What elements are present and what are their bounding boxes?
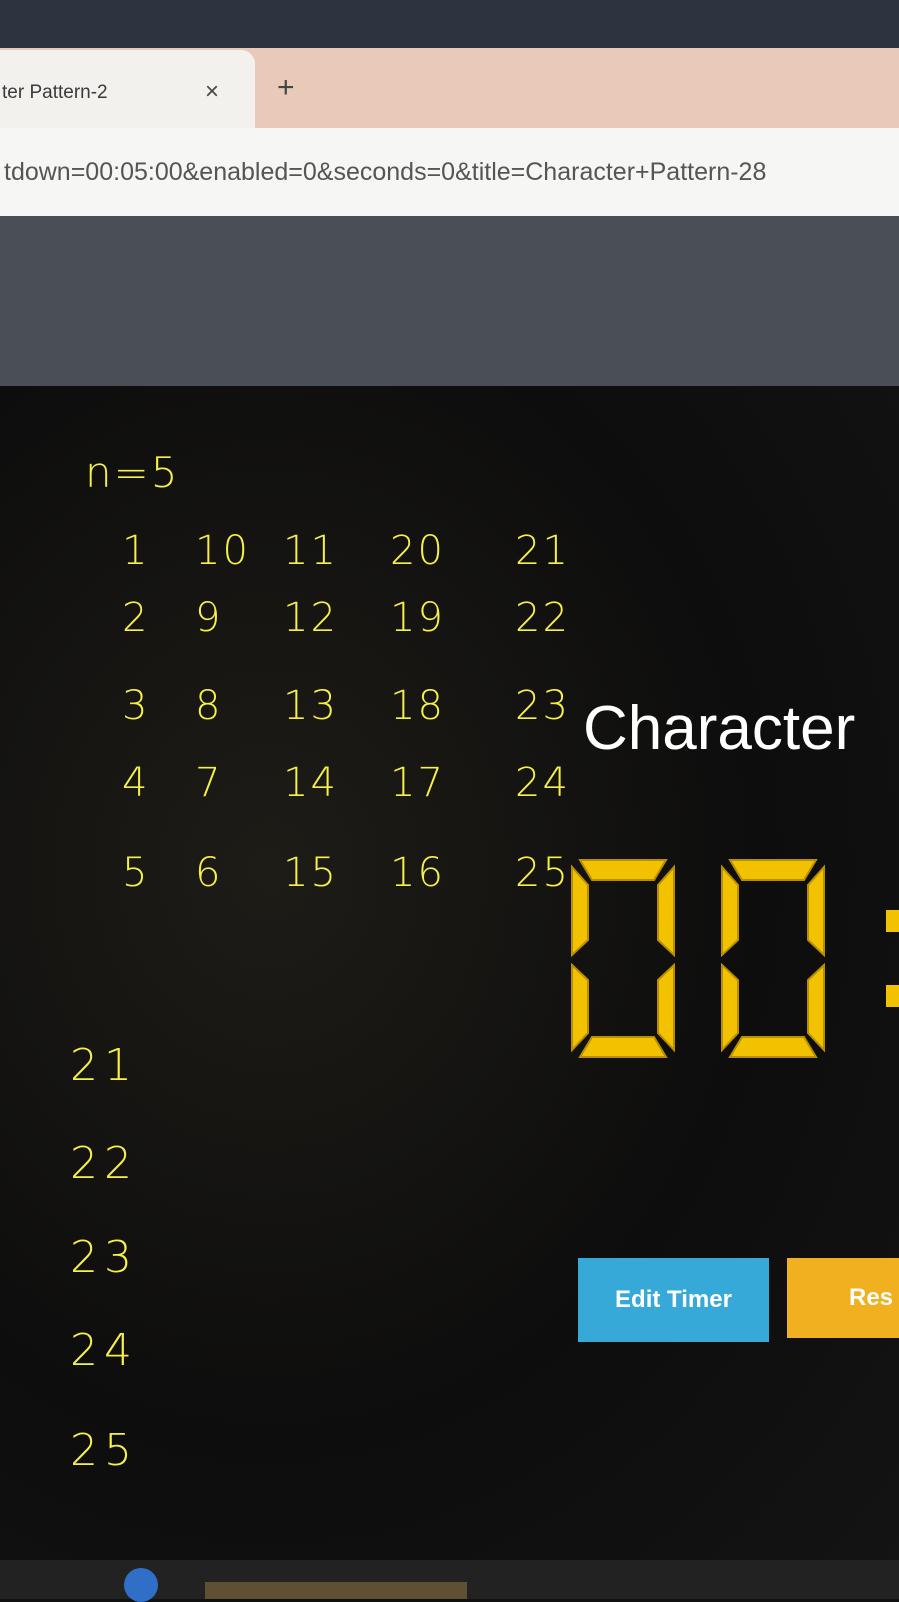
grid-cell: 16 (390, 850, 445, 896)
grid-cell: 21 (515, 528, 570, 574)
address-bar[interactable]: tdown=00:05:00&enabled=0&seconds=0&title… (0, 128, 899, 216)
tab-title: ter Pattern-2 (2, 82, 108, 103)
grid-cell: 15 (283, 850, 338, 896)
grid-cell: 1 (122, 528, 150, 574)
grid-cell: 4 (122, 760, 150, 806)
grid-cell: 6 (195, 850, 223, 896)
grid-cell: 17 (390, 760, 445, 806)
reset-button[interactable]: Res (787, 1258, 899, 1338)
browser-tab[interactable]: ter Pattern-2 × (0, 50, 255, 128)
close-icon[interactable]: × (205, 78, 219, 106)
grid-cell: 12 (283, 595, 338, 641)
app-icon[interactable] (124, 1568, 158, 1602)
monitor-bezel (0, 0, 899, 48)
grid-cell: 10 (195, 528, 250, 574)
grid-cell: 8 (195, 683, 223, 729)
toolbar-band (0, 216, 899, 386)
grid-cell: 23 (515, 683, 570, 729)
grid-cell: 18 (390, 683, 445, 729)
digit-1 (721, 859, 825, 1058)
digit-0 (571, 859, 675, 1058)
column-number: 25 (70, 1425, 138, 1476)
grid-cell: 24 (515, 760, 570, 806)
grid-cell: 7 (195, 760, 223, 806)
n-label: n=5 (85, 448, 180, 497)
column-number: 22 (70, 1138, 138, 1189)
edit-timer-button[interactable]: Edit Timer (578, 1258, 769, 1342)
colon (886, 910, 899, 1007)
grid-cell: 3 (122, 683, 150, 729)
url-text[interactable]: tdown=00:05:00&enabled=0&seconds=0&title… (4, 158, 766, 187)
column-number: 21 (70, 1040, 138, 1091)
grid-cell: 13 (283, 683, 338, 729)
new-tab-icon[interactable]: + (277, 71, 295, 105)
grid-cell: 9 (195, 595, 223, 641)
column-number: 23 (70, 1232, 138, 1283)
taskbar-strip (205, 1582, 467, 1599)
grid-cell: 20 (390, 528, 445, 574)
timer-title: Character (583, 694, 856, 763)
column-number: 24 (70, 1325, 138, 1376)
timer-digits (571, 859, 899, 1058)
grid-cell: 19 (390, 595, 445, 641)
grid-cell: 11 (283, 528, 338, 574)
grid-cell: 14 (283, 760, 338, 806)
grid-cell: 2 (122, 595, 150, 641)
timer-display: 00 (558, 855, 899, 1070)
grid-cell: 5 (122, 850, 150, 896)
grid-cell: 22 (515, 595, 570, 641)
